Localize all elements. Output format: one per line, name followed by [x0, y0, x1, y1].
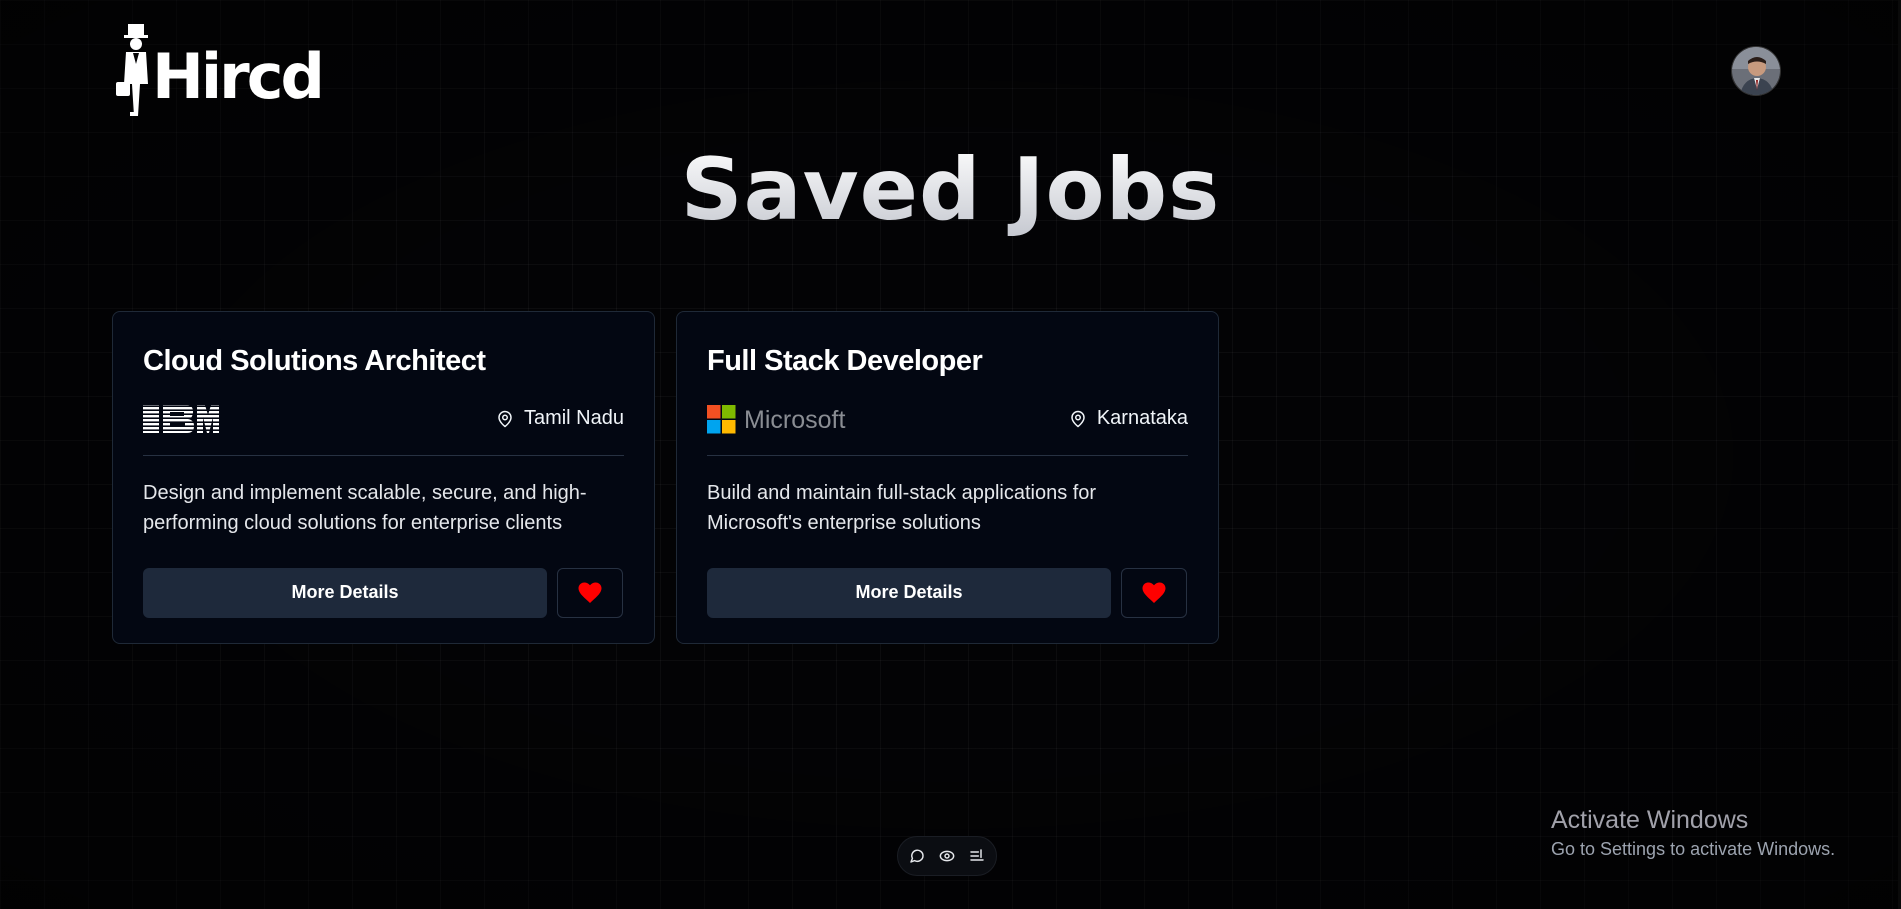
avatar-photo-icon: [1732, 47, 1780, 95]
app-logo[interactable]: Hircd: [116, 24, 325, 118]
job-description: Design and implement scalable, secure, a…: [143, 481, 587, 534]
saved-jobs-list: Cloud Solutions Architect Tamil Nadu Des…: [112, 311, 1219, 644]
svg-text:Microsoft: Microsoft: [744, 406, 845, 434]
heart-icon: [578, 582, 602, 603]
unsave-job-button[interactable]: [1121, 567, 1187, 618]
user-avatar[interactable]: [1731, 46, 1781, 96]
list-icon[interactable]: [968, 847, 986, 865]
watermark-title: Activate Windows: [1551, 806, 1749, 834]
map-pin-icon: [498, 410, 512, 428]
more-details-button[interactable]: More Details: [707, 567, 1111, 618]
job-location: Karnataka: [1069, 407, 1188, 430]
logo-figure-icon: [116, 24, 148, 116]
card-divider: [707, 454, 1188, 456]
card-actions: More Details: [143, 567, 624, 618]
company-logo-ibm: [143, 401, 219, 437]
job-title: Full Stack Developer: [707, 345, 983, 377]
location-label: Karnataka: [1096, 407, 1188, 430]
company-logo-microsoft: Microsoft: [707, 401, 849, 437]
watermark-subtitle: Go to Settings to activate Windows.: [1551, 839, 1836, 859]
location-label: Tamil Nadu: [523, 407, 624, 430]
job-description: Build and maintain full-stack applicatio…: [707, 481, 1097, 534]
windows-activation-watermark: Activate Windows Go to Settings to activ…: [1551, 806, 1835, 860]
job-card: Cloud Solutions Architect Tamil Nadu Des…: [112, 311, 655, 644]
floating-toolbar: [897, 836, 997, 876]
map-pin-icon: [1071, 410, 1085, 428]
job-meta: Microsoft Karnataka: [707, 401, 1188, 437]
ibm-logo-icon: [143, 404, 219, 433]
card-actions: More Details: [707, 567, 1188, 618]
eye-icon[interactable]: [938, 847, 956, 865]
job-title: Cloud Solutions Architect: [143, 345, 486, 377]
microsoft-logo-icon: Microsoft: [707, 404, 845, 434]
job-meta: Tamil Nadu: [143, 401, 624, 437]
job-location: Tamil Nadu: [496, 407, 624, 430]
heart-icon: [1142, 582, 1166, 603]
job-card: Full Stack Developer Microsoft Karnataka: [676, 311, 1219, 644]
chat-icon[interactable]: [908, 847, 926, 865]
card-divider: [143, 454, 624, 456]
page-title: Saved Jobs: [0, 140, 1901, 240]
unsave-job-button[interactable]: [557, 567, 623, 618]
more-details-button[interactable]: More Details: [143, 567, 547, 618]
app-header: Hircd: [0, 0, 1901, 120]
logo-text: Hircd: [152, 40, 325, 113]
